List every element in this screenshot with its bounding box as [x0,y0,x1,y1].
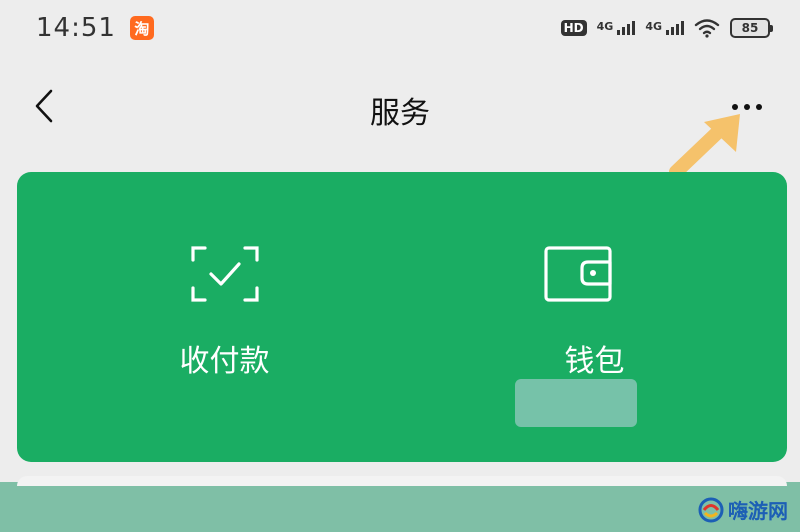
network-label: 4G [645,20,662,33]
more-dots-icon [756,104,762,110]
balance-mask [515,379,637,427]
status-left: 14:51 淘 [36,13,154,43]
signal-bar [681,21,684,35]
tile-label: 收付款 [179,344,270,379]
logo-icon [698,497,724,522]
tile-label: 钱包 [564,344,625,379]
signal-icon: 4G [597,21,636,35]
signal-bar [676,24,679,35]
hd-icon: HD [560,20,587,36]
signal-bar [671,27,674,35]
battery-icon: 85 [730,18,773,38]
taobao-icon: 淘 [129,16,154,40]
bottom-strip [0,482,800,532]
status-bar: 14:51 淘 HD 4G 4G 85 [0,0,800,56]
scan-check-icon [191,246,259,302]
signal-bar [622,27,626,35]
battery-level: 85 [741,21,759,35]
tile-pay-receive[interactable]: 收付款 [17,172,402,462]
watermark-text: 嗨游网 [728,499,788,523]
next-card-edge [17,476,787,486]
signal-bar [627,24,631,35]
clock: 14:51 [36,13,116,43]
signal-bar [666,30,669,35]
signal-bar [632,21,636,35]
wifi-icon [694,19,720,38]
status-right: HD 4G 4G 85 [560,18,773,38]
signal-icon: 4G [645,21,684,35]
service-card: 收付款 钱包 [17,172,787,462]
signal-bar [617,30,621,35]
wallet-icon [544,246,612,302]
network-label: 4G [596,20,614,33]
watermark: 嗨游网 [698,495,788,524]
